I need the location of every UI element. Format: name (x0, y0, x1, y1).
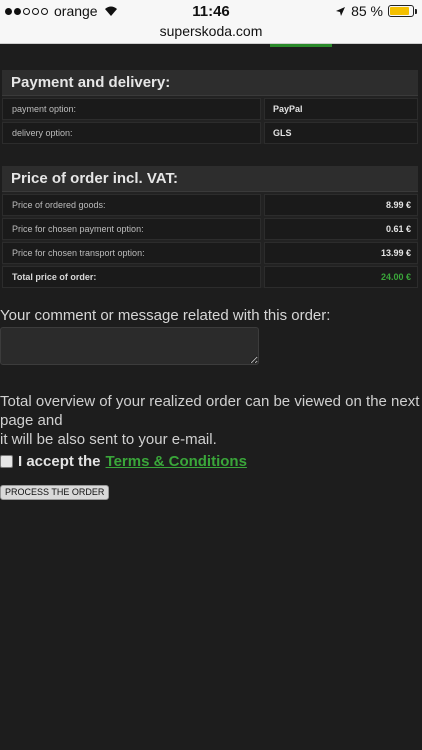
order-overview-note: Total overview of your realized order ca… (0, 392, 422, 449)
table-row: delivery option: GLS (2, 122, 418, 144)
row-label: Price for chosen payment option: (2, 218, 261, 240)
terms-checkbox[interactable] (0, 455, 13, 468)
terms-link[interactable]: Terms & Conditions (106, 453, 247, 470)
panel-title: Payment and delivery: (2, 70, 418, 96)
comment-textarea[interactable] (0, 327, 259, 365)
table-row: Price for chosen payment option: 0.61 € (2, 218, 418, 240)
total-price-value: 24.00 € (264, 266, 418, 288)
location-arrow-icon (336, 6, 346, 16)
row-value: 0.61 € (264, 218, 418, 240)
table-row: Price for chosen transport option: 13.99… (2, 242, 418, 264)
row-value: 13.99 € (264, 242, 418, 264)
previous-section-edge (270, 44, 332, 47)
overview-line-1: Total overview of your realized order ca… (0, 393, 420, 429)
table-row-total: Total price of order: 24.00 € (2, 266, 418, 288)
row-value: 8.99 € (264, 194, 418, 216)
table-row: payment option: PayPal (2, 98, 418, 120)
row-value: GLS (264, 122, 418, 144)
overview-line-2: it will be also sent to your e-mail. (0, 431, 217, 448)
url-text: superskoda.com (159, 23, 263, 39)
row-label: delivery option: (2, 122, 261, 144)
price-panel: Price of order incl. VAT: Price of order… (2, 166, 418, 288)
status-bar: orange 11:46 85 % (0, 0, 422, 22)
battery-percentage: 85 % (351, 3, 383, 19)
terms-acceptance: I accept the Terms & Conditions (0, 453, 247, 470)
row-label: Total price of order: (2, 266, 261, 288)
comment-label: Your comment or message related with thi… (0, 307, 331, 324)
table-row: Price of ordered goods: 8.99 € (2, 194, 418, 216)
row-label: Price of ordered goods: (2, 194, 261, 216)
process-order-button[interactable]: PROCESS THE ORDER (0, 485, 110, 500)
panel-title: Price of order incl. VAT: (2, 166, 418, 192)
payment-delivery-panel: Payment and delivery: payment option: Pa… (2, 70, 418, 144)
battery-icon (388, 5, 417, 17)
url-bar[interactable]: superskoda.com (0, 22, 422, 44)
row-label: payment option: (2, 98, 261, 120)
row-value: PayPal (264, 98, 418, 120)
terms-prefix: I accept the (18, 453, 101, 470)
status-right: 85 % (335, 3, 417, 19)
row-label: Price for chosen transport option: (2, 242, 261, 264)
